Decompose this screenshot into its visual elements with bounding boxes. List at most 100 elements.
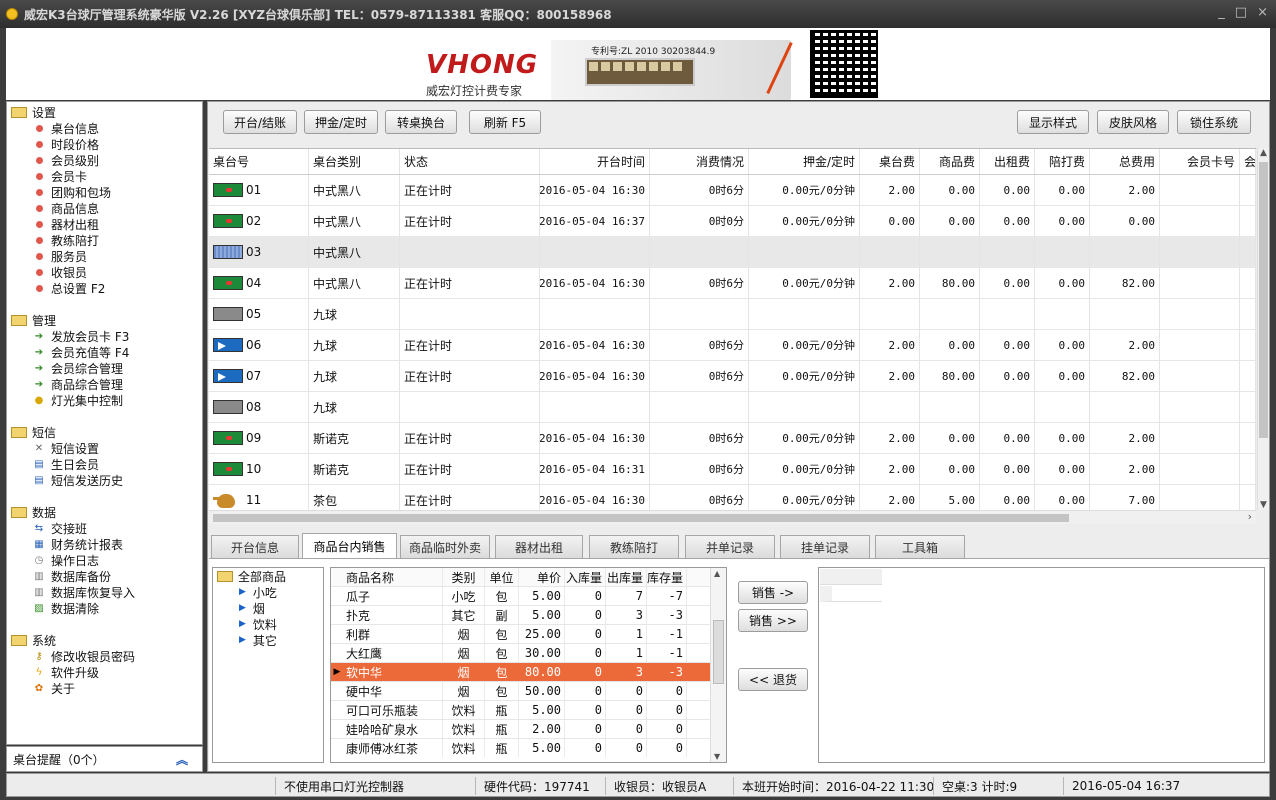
table-row[interactable]: 08 九球	[209, 392, 1256, 423]
tab-takeaway[interactable]: 商品临时外卖	[400, 535, 490, 559]
table-row[interactable]: 11 茶包 正在计时 2016-05-04 16:30 0时6分 0.00元/0分钟 2.0…	[209, 485, 1256, 510]
sidebar-item-table-info[interactable]: 桌台信息	[7, 120, 202, 136]
column-header[interactable]: 会员卡号	[1160, 149, 1240, 174]
table-row[interactable]: 09 斯诺克 正在计时 2016-05-04 16:30 0时6分 0.00元/0分钟 2.…	[209, 423, 1256, 454]
column-header[interactable]: 出租费	[980, 149, 1035, 174]
column-header[interactable]: 入库量	[565, 568, 606, 586]
sidebar-item-member-card[interactable]: 会员卡	[7, 168, 202, 184]
maximize-icon[interactable]: □	[1235, 5, 1247, 20]
column-header[interactable]: 出库量	[606, 568, 647, 586]
scroll-up-icon[interactable]: ▲	[1260, 148, 1267, 158]
open-close-button[interactable]: 开台/结账	[223, 110, 297, 134]
table-row[interactable]: 03 中式黑八	[209, 237, 1256, 268]
table-row[interactable]: 06 九球 正在计时 2016-05-04 16:30 0时6分 0.00元/0分钟 2.0…	[209, 330, 1256, 361]
column-header[interactable]: 会	[1240, 149, 1256, 174]
deposit-button[interactable]: 押金/定时	[304, 110, 378, 134]
sidebar-item-general-settings[interactable]: 总设置 F2	[7, 280, 202, 296]
scrollbar-thumb[interactable]	[713, 620, 724, 684]
sidebar-item-data-clear[interactable]: ▨ 数据清除	[7, 600, 202, 616]
category-item[interactable]: ▶ 饮料	[213, 616, 323, 632]
sidebar-item-sms-settings[interactable]: ✕ 短信设置	[7, 440, 202, 456]
sidebar-item-equipment-rent[interactable]: 器材出租	[7, 216, 202, 232]
product-row[interactable]: 大红鹰烟包 30.00 0 1 -1	[331, 643, 726, 662]
refresh-button[interactable]: 刷新 F5	[469, 110, 541, 134]
product-list-scrollbar[interactable]: ▲ ▼	[710, 568, 726, 762]
column-header[interactable]: 单位	[485, 568, 519, 586]
sidebar-item-finance-report[interactable]: ▦ 财务统计报表	[7, 536, 202, 552]
category-root[interactable]: 全部商品	[213, 568, 323, 584]
table-row[interactable]: 10 斯诺克 正在计时 2016-05-04 16:31 0时6分 0.00元/0分钟 2.…	[209, 454, 1256, 485]
sidebar-item-handover[interactable]: ⇆ 交接班	[7, 520, 202, 536]
sidebar-item-upgrade[interactable]: ϟ 软件升级	[7, 664, 202, 680]
column-header[interactable]: 商品费	[920, 149, 980, 174]
product-row[interactable]: 娃哈哈矿泉水 饮料瓶 2.00 0 0 0	[331, 719, 726, 738]
product-row[interactable]: ▶ 软中华烟包 80.00 0 3 -3	[331, 662, 726, 681]
tab-open-info[interactable]: 开台信息	[211, 535, 299, 559]
sidebar-item-goods-manage[interactable]: ➔ 商品综合管理	[7, 376, 202, 392]
sidebar-item-change-password[interactable]: ⚷ 修改收银员密码	[7, 648, 202, 664]
sidebar-item-waiter[interactable]: 服务员	[7, 248, 202, 264]
sell-more-button[interactable]: 销售 >>	[738, 609, 808, 632]
product-row[interactable]: 瓜子 小吃包 5.00 0 7 -7	[331, 586, 726, 605]
sidebar-group-title[interactable]: 短信	[7, 424, 202, 440]
scroll-down-icon[interactable]: ▼	[714, 752, 720, 761]
sidebar-item-about[interactable]: ✿ 关于	[7, 680, 202, 696]
product-row[interactable]: 可口可乐瓶装 饮料瓶 5.00 0 0 0	[331, 700, 726, 719]
product-row[interactable]: 硬中华烟包 50.00 0 0 0	[331, 681, 726, 700]
column-header[interactable]: 开台时间	[540, 149, 650, 174]
sidebar-group-title[interactable]: 数据	[7, 504, 202, 520]
product-row[interactable]: 康师傅冰红茶 饮料瓶 5.00 0 0 0	[331, 738, 726, 757]
scroll-right-icon[interactable]: ›	[1248, 510, 1252, 523]
sidebar-item-recharge[interactable]: ➔ 会员充值等 F4	[7, 344, 202, 360]
sidebar-item-issue-card[interactable]: ➔ 发放会员卡 F3	[7, 328, 202, 344]
sidebar-item-sms-history[interactable]: ▤ 短信发送历史	[7, 472, 202, 488]
tab-in-table-sales[interactable]: 商品台内销售	[302, 533, 397, 559]
sidebar-item-db-backup[interactable]: ▥ 数据库备份	[7, 568, 202, 584]
table-reminder-panel[interactable]: 桌台提醒（0个） ︽	[6, 746, 203, 772]
table-grid-scrollbar[interactable]: ▲ ▼	[1257, 148, 1269, 510]
table-row[interactable]: 07 九球 正在计时 2016-05-04 16:30 0时6分 0.00元/0分钟 2.0…	[209, 361, 1256, 392]
sidebar-item-member-manage[interactable]: ➔ 会员综合管理	[7, 360, 202, 376]
sidebar-item-group-buy[interactable]: 团购和包场	[7, 184, 202, 200]
column-header[interactable]: 商品名称	[343, 568, 443, 586]
lock-system-button[interactable]: 锁住系统	[1177, 110, 1251, 134]
tab-hold-records[interactable]: 挂单记录	[780, 535, 870, 559]
column-header[interactable]: 桌台费	[860, 149, 920, 174]
table-row[interactable]: 05 九球	[209, 299, 1256, 330]
sidebar-item-operation-log[interactable]: ◷ 操作日志	[7, 552, 202, 568]
column-header[interactable]: 单价	[519, 568, 565, 586]
switch-table-button[interactable]: 转桌换台	[385, 110, 457, 134]
sidebar-group-title[interactable]: 设置	[7, 104, 202, 120]
sidebar-item-goods-info[interactable]: 商品信息	[7, 200, 202, 216]
scrollbar-thumb[interactable]	[213, 514, 1069, 522]
sidebar-group-title[interactable]: 管理	[7, 312, 202, 328]
sidebar-item-birthday-members[interactable]: ▤ 生日会员	[7, 456, 202, 472]
sidebar-group-title[interactable]: 系统	[7, 632, 202, 648]
minimize-icon[interactable]: _	[1218, 5, 1225, 20]
display-style-button[interactable]: 显示样式	[1017, 110, 1089, 134]
sidebar-item-time-price[interactable]: 时段价格	[7, 136, 202, 152]
column-header[interactable]: 库存量	[647, 568, 687, 586]
column-header[interactable]: 状态	[400, 149, 540, 174]
scroll-up-icon[interactable]: ▲	[714, 569, 720, 578]
scroll-down-icon[interactable]: ▼	[1260, 500, 1267, 510]
column-header[interactable]: 押金/定时	[749, 149, 860, 174]
scrollbar-thumb[interactable]	[1259, 162, 1268, 438]
column-header[interactable]: 桌台号	[209, 149, 309, 174]
product-row[interactable]: 利群烟包 25.00 0 1 -1	[331, 624, 726, 643]
product-row[interactable]: 扑克 其它副 5.00 0 3 -3	[331, 605, 726, 624]
table-row[interactable]: 04 中式黑八 正在计时 2016-05-04 16:30 0时6分 0.00元/0分钟 2…	[209, 268, 1256, 299]
sell-button[interactable]: 销售 ->	[738, 581, 808, 604]
table-row[interactable]: 02 中式黑八 正在计时 2016-05-04 16:37 0时0分 0.00元/0分钟 0…	[209, 206, 1256, 237]
tab-merge-records[interactable]: 并单记录	[685, 535, 775, 559]
column-header[interactable]: 总费用	[1090, 149, 1160, 174]
sidebar-item-member-level[interactable]: 会员级别	[7, 152, 202, 168]
category-item[interactable]: ▶ 小吃	[213, 584, 323, 600]
table-grid-hscrollbar[interactable]: ›	[209, 510, 1256, 524]
sidebar-item-cashier[interactable]: 收银员	[7, 264, 202, 280]
category-item[interactable]: ▶ 其它	[213, 632, 323, 648]
close-icon[interactable]: ×	[1257, 5, 1268, 20]
sidebar-item-coach[interactable]: 教练陪打	[7, 232, 202, 248]
tab-coach[interactable]: 教练陪打	[589, 535, 679, 559]
table-row[interactable]: 01 中式黑八 正在计时 2016-05-04 16:30 0时6分 0.00元/0分钟 2…	[209, 175, 1256, 206]
